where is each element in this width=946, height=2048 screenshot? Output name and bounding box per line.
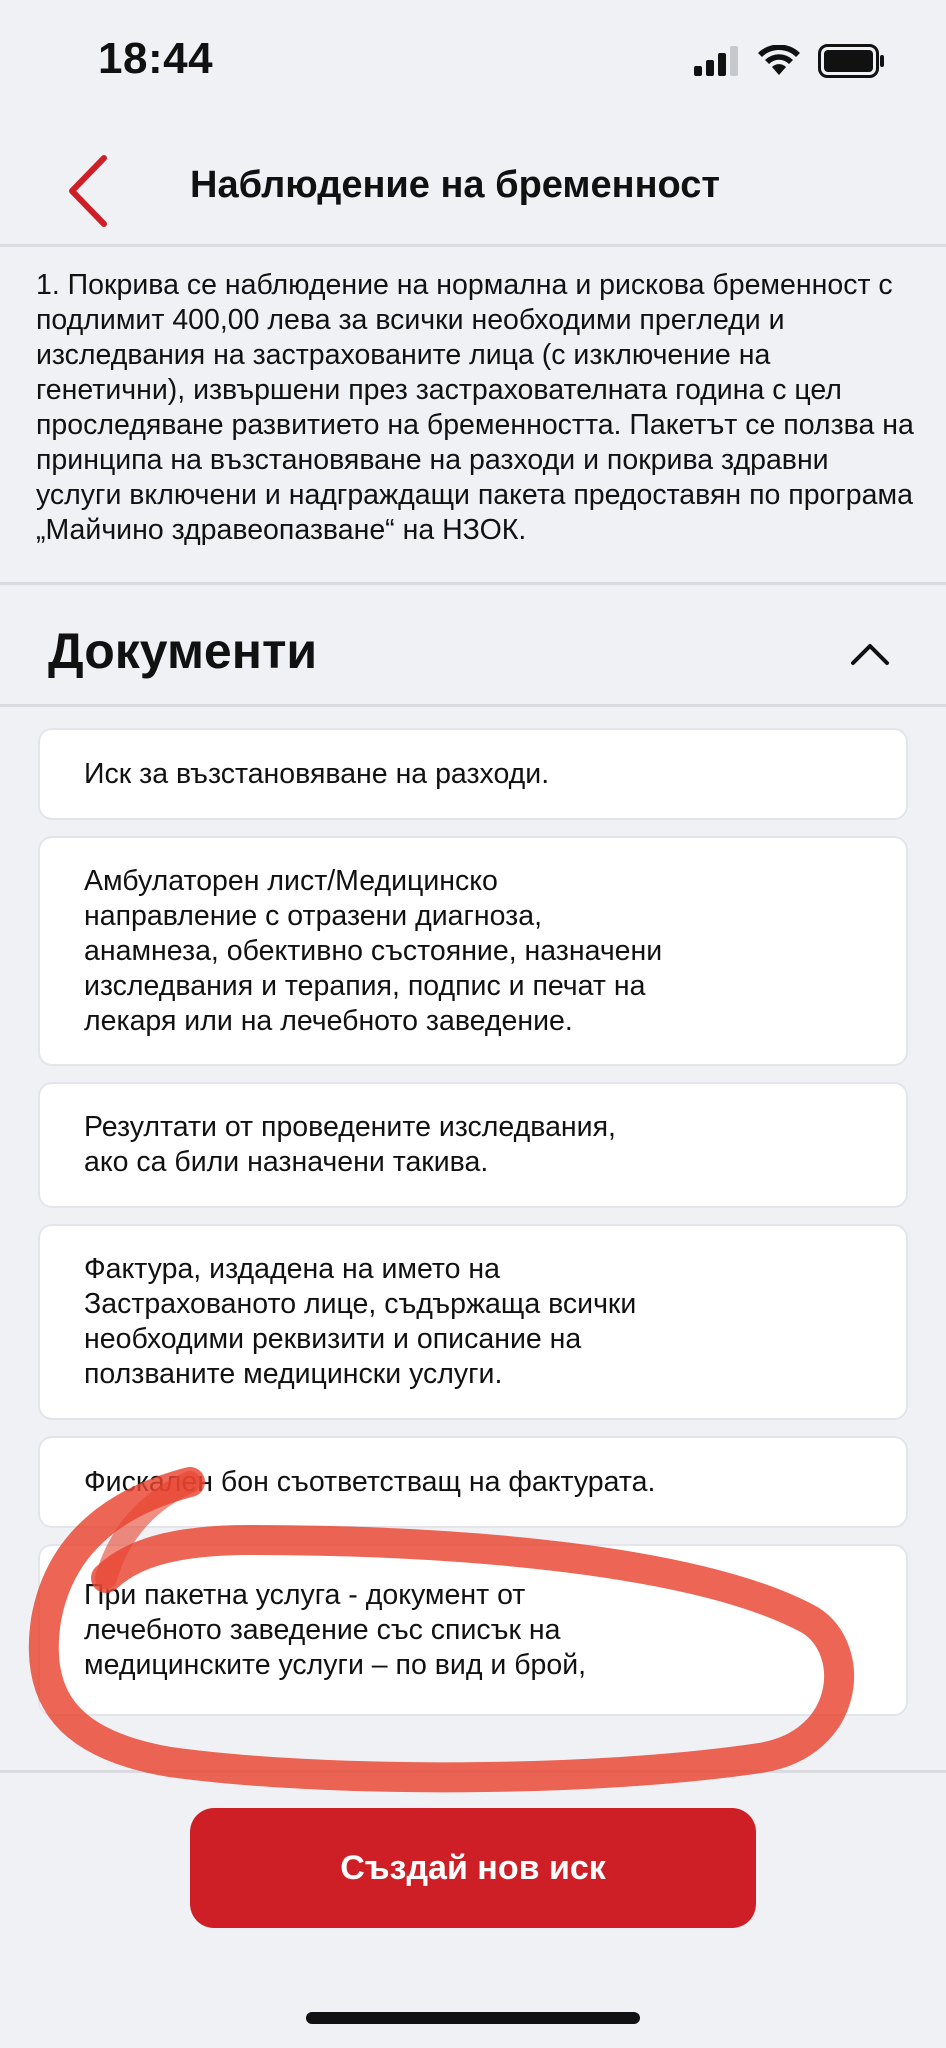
document-item: Иск за възстановяване на разходи. xyxy=(38,728,908,820)
back-button[interactable] xyxy=(58,148,118,234)
document-item: Резултати от проведените изследвания, ак… xyxy=(38,1082,908,1208)
cellular-signal-icon xyxy=(694,46,738,76)
document-item-text: Фискален бон съответстващ на фактурата. xyxy=(84,1465,656,1498)
document-item-text: Иск за възстановяване на разходи. xyxy=(84,757,550,790)
document-item: Фискален бон съответстващ на фактурата. xyxy=(38,1436,908,1528)
document-item-text: Амбулаторен лист/Медицинско направление … xyxy=(84,864,663,1037)
chevron-up-icon xyxy=(851,644,889,665)
chevron-left-icon xyxy=(69,155,107,227)
wifi-icon xyxy=(758,45,800,75)
documents-list: Иск за възстановяване на разходи. Амбула… xyxy=(38,728,908,1716)
status-icons xyxy=(694,44,886,78)
page-title: Наблюдение на бременност xyxy=(190,164,721,206)
document-item: Фактура, издадена на името на Застрахова… xyxy=(38,1224,908,1420)
documents-section-title: Документи xyxy=(48,623,318,679)
document-item-text: Фактура, издадена на името на Застрахова… xyxy=(84,1253,637,1390)
create-claim-button[interactable]: Създай нов иск xyxy=(190,1808,756,1928)
nav-header: Наблюдение на бременност xyxy=(0,130,946,246)
header-divider xyxy=(0,244,946,247)
description-divider xyxy=(0,582,946,585)
list-divider xyxy=(0,1770,946,1773)
documents-divider xyxy=(0,704,946,707)
document-item-text: Резултати от проведените изследвания, ак… xyxy=(84,1111,616,1178)
coverage-description: 1. Покрива се наблюдение на нормална и р… xyxy=(36,269,914,546)
document-item: При пакетна услуга - документ от лечебно… xyxy=(38,1544,908,1716)
status-bar: 18:44 xyxy=(0,0,946,120)
home-indicator xyxy=(306,2012,640,2024)
document-item-text: При пакетна услуга - документ от лечебно… xyxy=(84,1578,587,1681)
document-item: Амбулаторен лист/Медицинско направление … xyxy=(38,836,908,1066)
status-time: 18:44 xyxy=(98,34,214,83)
battery-icon xyxy=(818,44,884,78)
documents-collapse-toggle[interactable] xyxy=(844,628,896,680)
